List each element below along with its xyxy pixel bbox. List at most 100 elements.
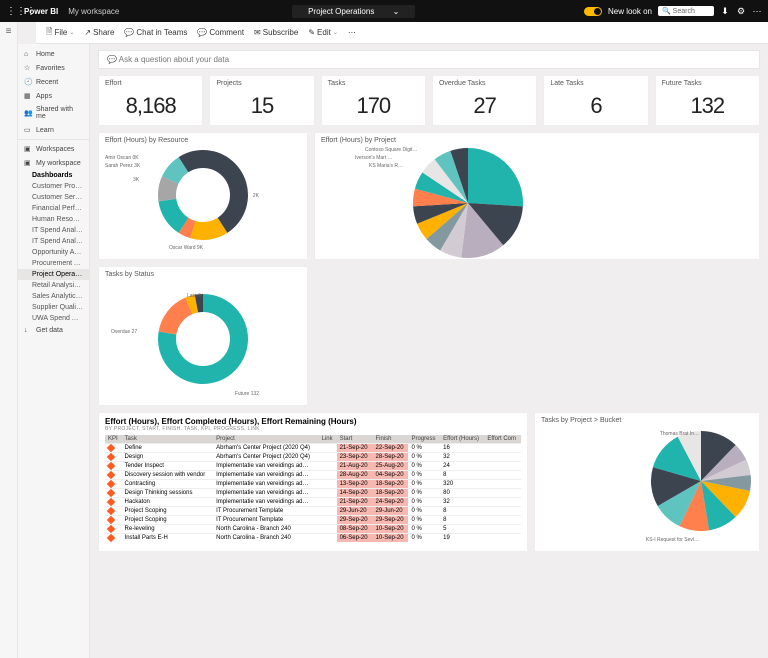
table-row[interactable]: DesignAbrham's Center Project (2020 Q4)2… bbox=[105, 453, 521, 462]
nav-item[interactable]: Supplier Quality… bbox=[18, 302, 89, 313]
col-header[interactable]: Link bbox=[319, 435, 337, 444]
table-row[interactable]: ContractingImplementatie van vereidings … bbox=[105, 480, 521, 489]
nav-apps[interactable]: ▦Apps bbox=[18, 89, 89, 103]
table-row[interactable]: Project ScopingIT Procurement Template29… bbox=[105, 516, 521, 525]
chat-teams-button[interactable]: 💬 Chat in Teams bbox=[124, 28, 187, 37]
nav-item[interactable]: Opportunity An… bbox=[18, 247, 89, 258]
nav-item[interactable]: Customer Servi… bbox=[18, 192, 89, 203]
nav-recent[interactable]: 🕘Recent bbox=[18, 75, 89, 89]
card-value: 15 bbox=[216, 87, 307, 119]
panel-effort-resource[interactable]: Effort (Hours) by Resource Amir Oscan 0K… bbox=[98, 132, 308, 260]
panel-tasks-bucket[interactable]: Tasks by Project > Bucket Thomas Brat In… bbox=[534, 412, 760, 552]
page-title[interactable]: Project Operations ⌄ bbox=[292, 5, 415, 18]
kpi-card[interactable]: Tasks170 bbox=[321, 75, 426, 126]
chart-label: Future 132 bbox=[235, 391, 259, 397]
col-header[interactable]: Task bbox=[122, 435, 214, 444]
gear-icon[interactable]: ⚙ bbox=[736, 6, 746, 17]
file-button[interactable]: 🗎 File ⌄ bbox=[46, 26, 74, 40]
panel-title: Effort (Hours), Effort Completed (Hours)… bbox=[105, 417, 521, 426]
kpi-card[interactable]: Late Tasks6 bbox=[543, 75, 648, 126]
card-title: Late Tasks bbox=[550, 80, 641, 87]
nav-item[interactable]: UWA Spend An… bbox=[18, 313, 89, 324]
panel-effort-project[interactable]: Effort (Hours) by Project Contoso Square… bbox=[314, 132, 760, 260]
col-header[interactable]: Project bbox=[213, 435, 318, 444]
col-header[interactable]: KPI bbox=[105, 435, 122, 444]
kpi-card[interactable]: Projects15 bbox=[209, 75, 314, 126]
nav-item[interactable]: Procurement A… bbox=[18, 258, 89, 269]
nav-item[interactable]: Human Resourc… bbox=[18, 214, 89, 225]
col-header[interactable]: Effort (Hours) bbox=[440, 435, 484, 444]
chart-label: Sarah Perez 3K bbox=[105, 163, 140, 169]
kpi-card[interactable]: Future Tasks132 bbox=[655, 75, 760, 126]
chart-label: KS Maria's R… bbox=[369, 163, 403, 169]
topbar: ⋮⋮⋮ Power BI My workspace Project Operat… bbox=[0, 0, 768, 22]
nav-item[interactable]: Retail Analysis S… bbox=[18, 280, 89, 291]
table-row[interactable]: Design Thinking sessionsImplementatie va… bbox=[105, 489, 521, 498]
more-icon[interactable]: ⋯ bbox=[752, 6, 762, 17]
home-icon: ⌂ bbox=[24, 51, 32, 58]
nav-item[interactable]: Project Operati… bbox=[18, 269, 89, 280]
panel-title: Tasks by Project > Bucket bbox=[541, 417, 753, 426]
table-row[interactable]: Project ScopingIT Procurement Template29… bbox=[105, 507, 521, 516]
chevron-down-icon: ⌄ bbox=[333, 29, 338, 36]
nav-item[interactable]: Financial Perfor… bbox=[18, 203, 89, 214]
nav-workspaces[interactable]: ▣Workspaces bbox=[18, 142, 89, 156]
kpi-card[interactable]: Overdue Tasks27 bbox=[432, 75, 537, 126]
panel-tasks-status[interactable]: Tasks by Status Late 6 Overdue 27 Future… bbox=[98, 266, 308, 406]
comment-button[interactable]: 💬 Comment bbox=[197, 28, 244, 37]
nav-item[interactable]: Dashboards bbox=[18, 170, 89, 181]
pie-chart bbox=[651, 431, 751, 531]
col-header[interactable]: Start bbox=[337, 435, 373, 444]
table-row[interactable]: DefineAbrham's Center Project (2020 Q4)2… bbox=[105, 444, 521, 453]
chart-label: Contoso Square Digit… bbox=[365, 147, 418, 153]
hamburger-icon[interactable]: ≡ bbox=[0, 22, 17, 37]
share-button[interactable]: ↗ Share bbox=[84, 28, 114, 37]
workspace-breadcrumb[interactable]: My workspace bbox=[64, 7, 123, 16]
nav-favorites[interactable]: ☆Favorites bbox=[18, 61, 89, 75]
qna-input[interactable]: 💬 Ask a question about your data bbox=[98, 50, 760, 69]
page-title-wrap: Project Operations ⌄ bbox=[123, 7, 584, 16]
table-row[interactable]: Re-levelingNorth Carolina - Branch 24008… bbox=[105, 525, 521, 534]
col-header[interactable]: Finish bbox=[373, 435, 409, 444]
nav-item[interactable]: Sales Analytics f… bbox=[18, 291, 89, 302]
nav-get-data[interactable]: ↓Get data bbox=[18, 324, 89, 337]
panel-title: Effort (Hours) by Resource bbox=[105, 137, 301, 146]
clock-icon: 🕘 bbox=[24, 78, 32, 86]
kpi-card[interactable]: Effort8,168 bbox=[98, 75, 203, 126]
panel-title: Tasks by Status bbox=[105, 271, 301, 280]
donut-chart bbox=[158, 150, 248, 240]
app-launcher-icon[interactable]: ⋮⋮⋮ bbox=[6, 6, 18, 17]
kpi-icon bbox=[105, 489, 122, 498]
pie-chart bbox=[413, 148, 523, 258]
search-input[interactable]: 🔍 Search bbox=[658, 6, 714, 16]
left-rail: ≡ bbox=[0, 22, 18, 658]
col-header[interactable]: Progress bbox=[408, 435, 440, 444]
table-row[interactable]: Tender InspectImplementatie van vereidin… bbox=[105, 462, 521, 471]
kpi-icon bbox=[105, 453, 122, 462]
table-row[interactable]: HackatonImplementatie van vereidings ad…… bbox=[105, 498, 521, 507]
subscribe-button[interactable]: ✉ Subscribe bbox=[254, 28, 298, 37]
nav-item[interactable]: IT Spend Analys… bbox=[18, 236, 89, 247]
chart-label: KS-I Request for Sevi… bbox=[646, 537, 699, 543]
table-row[interactable]: Discovery session with vendorImplementat… bbox=[105, 471, 521, 480]
more-button[interactable]: ⋯ bbox=[348, 28, 356, 37]
nav-home[interactable]: ⌂Home bbox=[18, 48, 89, 61]
donut-chart bbox=[158, 294, 248, 384]
nav-shared[interactable]: 👥Shared with me bbox=[18, 103, 89, 123]
kpi-cards: Effort8,168Projects15Tasks170Overdue Tas… bbox=[98, 75, 760, 126]
edit-button[interactable]: ✎ Edit ⌄ bbox=[308, 28, 338, 37]
new-look-toggle[interactable] bbox=[584, 7, 602, 16]
panel-effort-table[interactable]: Effort (Hours), Effort Completed (Hours)… bbox=[98, 412, 528, 552]
nav-learn[interactable]: ▭Learn bbox=[18, 123, 89, 137]
nav-my-workspace[interactable]: ▣My workspace bbox=[18, 156, 89, 170]
panel-title: Effort (Hours) by Project bbox=[321, 137, 753, 146]
card-value: 132 bbox=[662, 87, 753, 119]
col-header[interactable]: Effort Com bbox=[484, 435, 521, 444]
nav-item[interactable]: IT Spend Analysi… bbox=[18, 225, 89, 236]
table-row[interactable]: Install Parts E-HNorth Carolina - Branch… bbox=[105, 534, 521, 543]
chart-label: Late 6 bbox=[187, 293, 201, 299]
nav-item[interactable]: Customer Profi… bbox=[18, 181, 89, 192]
download-icon[interactable]: ⬇ bbox=[720, 6, 730, 17]
kpi-icon bbox=[105, 516, 122, 525]
kpi-icon bbox=[105, 471, 122, 480]
